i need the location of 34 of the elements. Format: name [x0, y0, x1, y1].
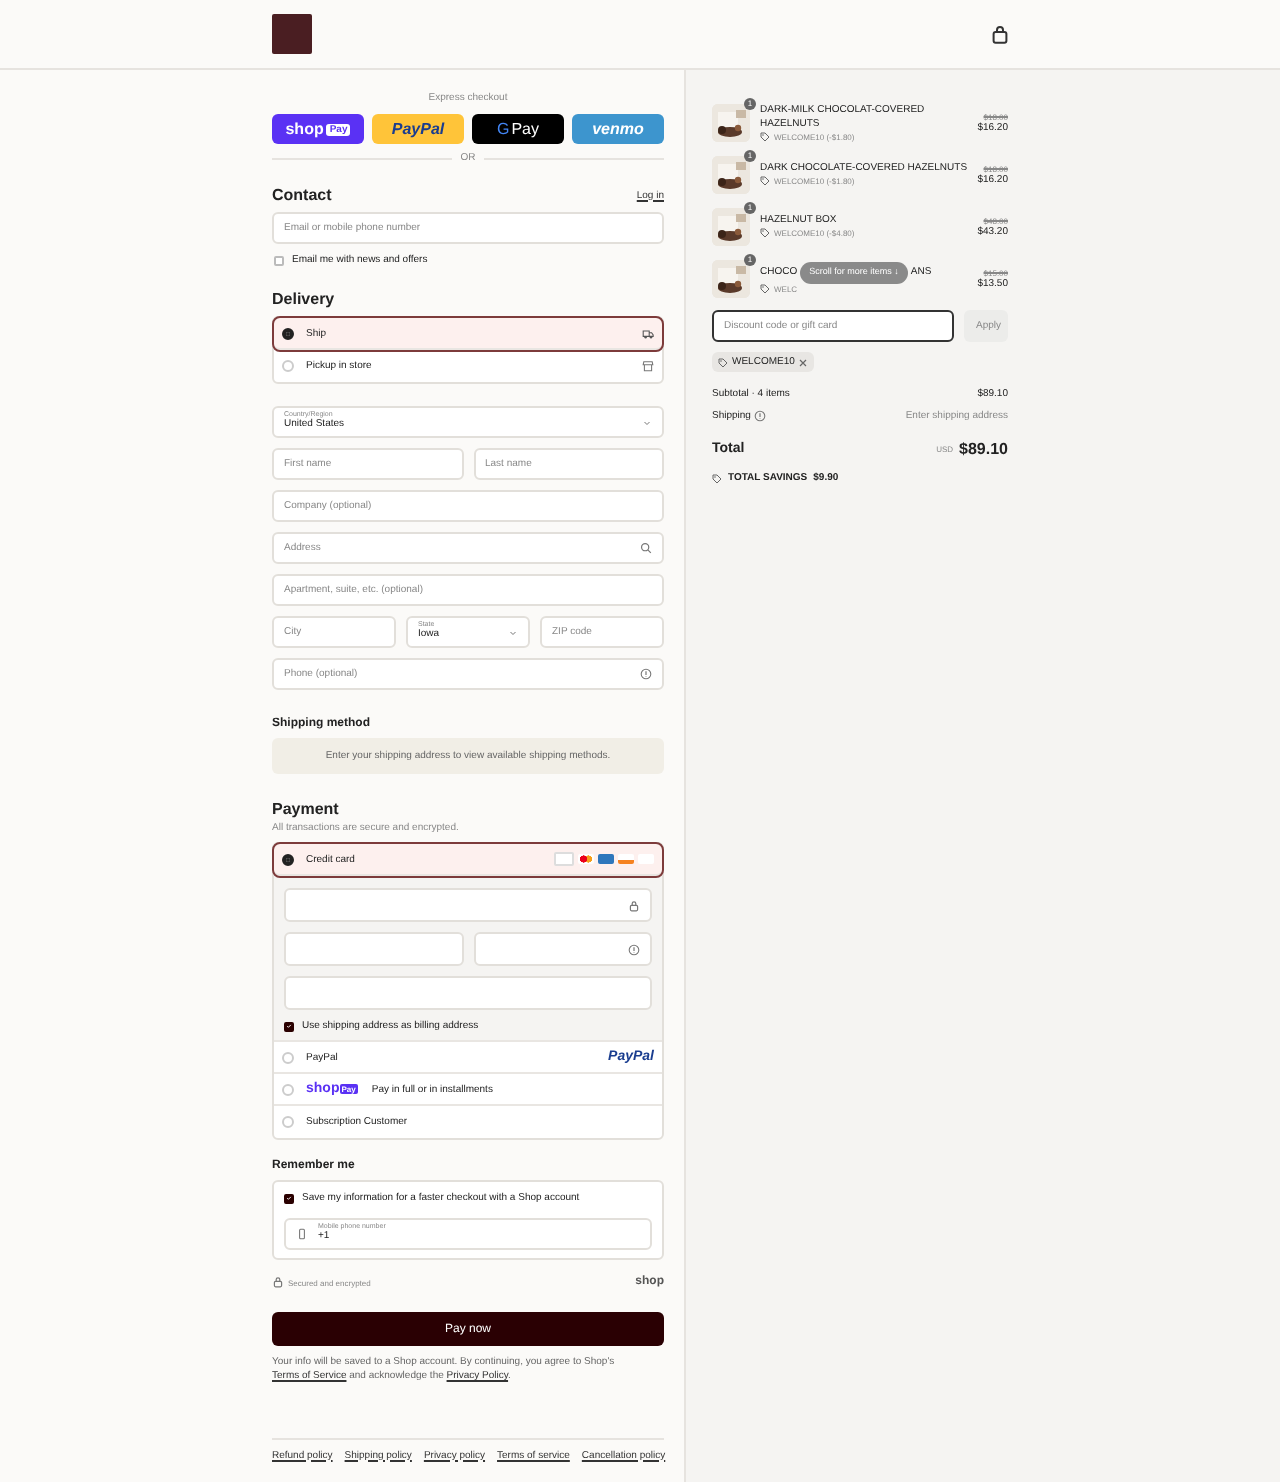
radio-button[interactable] [282, 327, 294, 339]
truck-icon [642, 327, 654, 339]
tag-icon [712, 473, 722, 483]
lock-icon [628, 899, 640, 911]
amex-card-icon [598, 854, 614, 864]
shopping-bag-icon[interactable] [992, 25, 1008, 43]
close-icon[interactable] [798, 357, 809, 367]
express-pay-button[interactable]: PayPal [372, 114, 464, 144]
section-heading: Delivery [272, 290, 337, 308]
checkbox[interactable] [284, 1021, 294, 1031]
card-input-field[interactable] [284, 932, 463, 966]
tag-icon [760, 228, 770, 238]
radio-button[interactable] [282, 853, 294, 865]
total-value: $89.10 [959, 440, 1008, 458]
checkbox[interactable] [284, 1193, 294, 1203]
card-input-field[interactable] [473, 932, 652, 966]
tag-icon [718, 357, 728, 367]
store-icon [642, 360, 654, 372]
card-input-field[interactable] [284, 888, 652, 922]
section-heading: Payment [272, 800, 341, 818]
express-pay-button[interactable]: GPay [472, 114, 564, 144]
chevron-icon [642, 417, 652, 427]
card-input-field[interactable] [284, 976, 652, 1010]
discover-card-icon [618, 854, 634, 864]
phone-icon [296, 1228, 308, 1240]
tag-icon [760, 131, 770, 141]
lock-icon [272, 1276, 284, 1288]
section-heading: Contact [272, 186, 332, 204]
mastercard-icon [578, 854, 594, 864]
tag-icon [760, 176, 770, 186]
search-icon[interactable] [640, 542, 652, 554]
chevron-icon [508, 627, 518, 637]
checkbox[interactable] [274, 255, 284, 265]
tag-icon [760, 283, 770, 294]
